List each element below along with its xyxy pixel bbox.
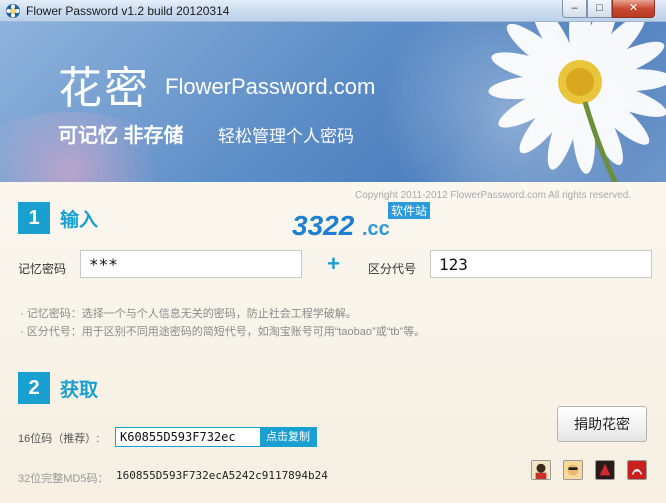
md5-value[interactable]: 160855D593F732ecA5242c9117894b24 xyxy=(116,469,328,482)
key-label: 区分代号 xyxy=(368,262,417,276)
section-title-output: 获取 xyxy=(60,380,99,401)
daisy-illustration xyxy=(488,22,666,182)
main-panel: Copyright 2011-2012 FlowerPassword.com A… xyxy=(0,182,666,503)
plugin-pdf-icon[interactable] xyxy=(627,460,647,480)
plugin-face-icon[interactable] xyxy=(563,460,583,480)
key-input[interactable] xyxy=(430,250,652,278)
watermark-number: 3322 xyxy=(292,210,355,241)
header-banner: 花密 FlowerPassword.com 可记忆 非存储 轻松管理个人密码 xyxy=(0,22,666,182)
brand-name-cn: 花密 xyxy=(58,63,150,114)
copy-button[interactable]: 点击复制 xyxy=(260,428,316,446)
watermark-tag: 软件站 xyxy=(388,202,431,219)
md5-label: 32位完整MD5码： xyxy=(18,473,109,485)
plugin-red-icon[interactable] xyxy=(595,460,615,480)
slogan-bold: 可记忆 非存储 xyxy=(58,125,184,147)
app-flower-icon xyxy=(6,4,20,18)
maximize-button[interactable]: □ xyxy=(587,0,612,18)
slogan-light: 轻松管理个人密码 xyxy=(218,127,354,146)
hint-password: · 记忆密码：选择一个与个人信息无关的密码，防止社会工程学破解。 xyxy=(20,308,357,320)
password-label: 记忆密码 xyxy=(18,262,67,276)
donate-button[interactable]: 捐助花密 xyxy=(557,406,647,442)
window-title: Flower Password v1.2 build 20120314 xyxy=(26,4,230,18)
brand-name-en: FlowerPassword.com xyxy=(165,74,376,99)
code16-label: 16位码（推荐）: xyxy=(18,433,100,445)
password-input[interactable] xyxy=(80,250,302,278)
section-number-output: 2 xyxy=(18,372,50,404)
section-number-input: 1 xyxy=(18,202,50,234)
copyright-text: Copyright 2011-2012 FlowerPassword.com A… xyxy=(355,190,632,201)
code16-box: K60855D593F732ec 点击复制 xyxy=(115,427,317,447)
watermark-suffix: .cc xyxy=(362,218,390,240)
minimize-button[interactable]: – xyxy=(562,0,587,18)
plugin-avatar-icon[interactable] xyxy=(531,460,551,480)
title-bar: Flower Password v1.2 build 20120314 – □ … xyxy=(0,0,666,22)
close-button[interactable]: ✕ xyxy=(612,0,655,18)
hint-key: · 区分代号：用于区别不同用途密码的简短代号，如淘宝账号可用“taobao”或“… xyxy=(20,326,426,338)
code16-value[interactable]: K60855D593F732ec xyxy=(116,428,260,446)
plus-sign: + xyxy=(327,251,340,276)
section-title-input: 输入 xyxy=(60,210,99,231)
